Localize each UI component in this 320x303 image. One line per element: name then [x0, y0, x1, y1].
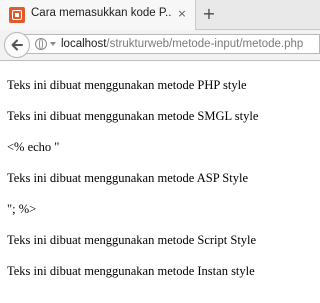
url-text[interactable]: localhost/strukturweb/metode-input/metod…	[61, 38, 303, 50]
content-line: Teks ini dibuat menggunakan metode PHP s…	[7, 78, 247, 92]
content-line: Teks ini dibuat menggunakan metode ASP S…	[7, 171, 248, 185]
dropdown-arrow-icon[interactable]	[50, 42, 56, 46]
tab-title: Cara memasukkan kode P...	[31, 7, 171, 19]
back-arrow-icon	[11, 39, 23, 51]
active-tab[interactable]: Cara memasukkan kode P... ×	[0, 0, 196, 30]
content-line: Teks ini dibuat menggunakan metode Scrip…	[7, 233, 257, 247]
address-bar[interactable]: localhost/strukturweb/metode-input/metod…	[22, 34, 320, 54]
xampp-favicon-icon	[9, 7, 25, 23]
page-content: Teks ini dibuat menggunakan metode PHP s…	[0, 61, 320, 303]
content-line: <% echo "	[7, 140, 60, 154]
content-line: Teks ini dibuat menggunakan metode Insta…	[7, 264, 255, 278]
back-button[interactable]	[4, 32, 30, 58]
new-tab-button[interactable]: +	[200, 4, 218, 24]
content-line: "; %>	[7, 202, 37, 216]
navigation-bar: localhost/strukturweb/metode-input/metod…	[0, 30, 320, 61]
close-tab-icon[interactable]: ×	[175, 7, 189, 21]
tab-strip: Cara memasukkan kode P... × +	[0, 0, 320, 30]
browser-window: Cara memasukkan kode P... × + localhost/…	[0, 0, 320, 303]
url-host: localhost	[61, 38, 107, 50]
content-line: Teks ini dibuat menggunakan metode SMGL …	[7, 109, 259, 123]
url-path: /strukturweb/metode-input/metode.php	[106, 38, 304, 50]
globe-icon[interactable]	[35, 38, 47, 50]
